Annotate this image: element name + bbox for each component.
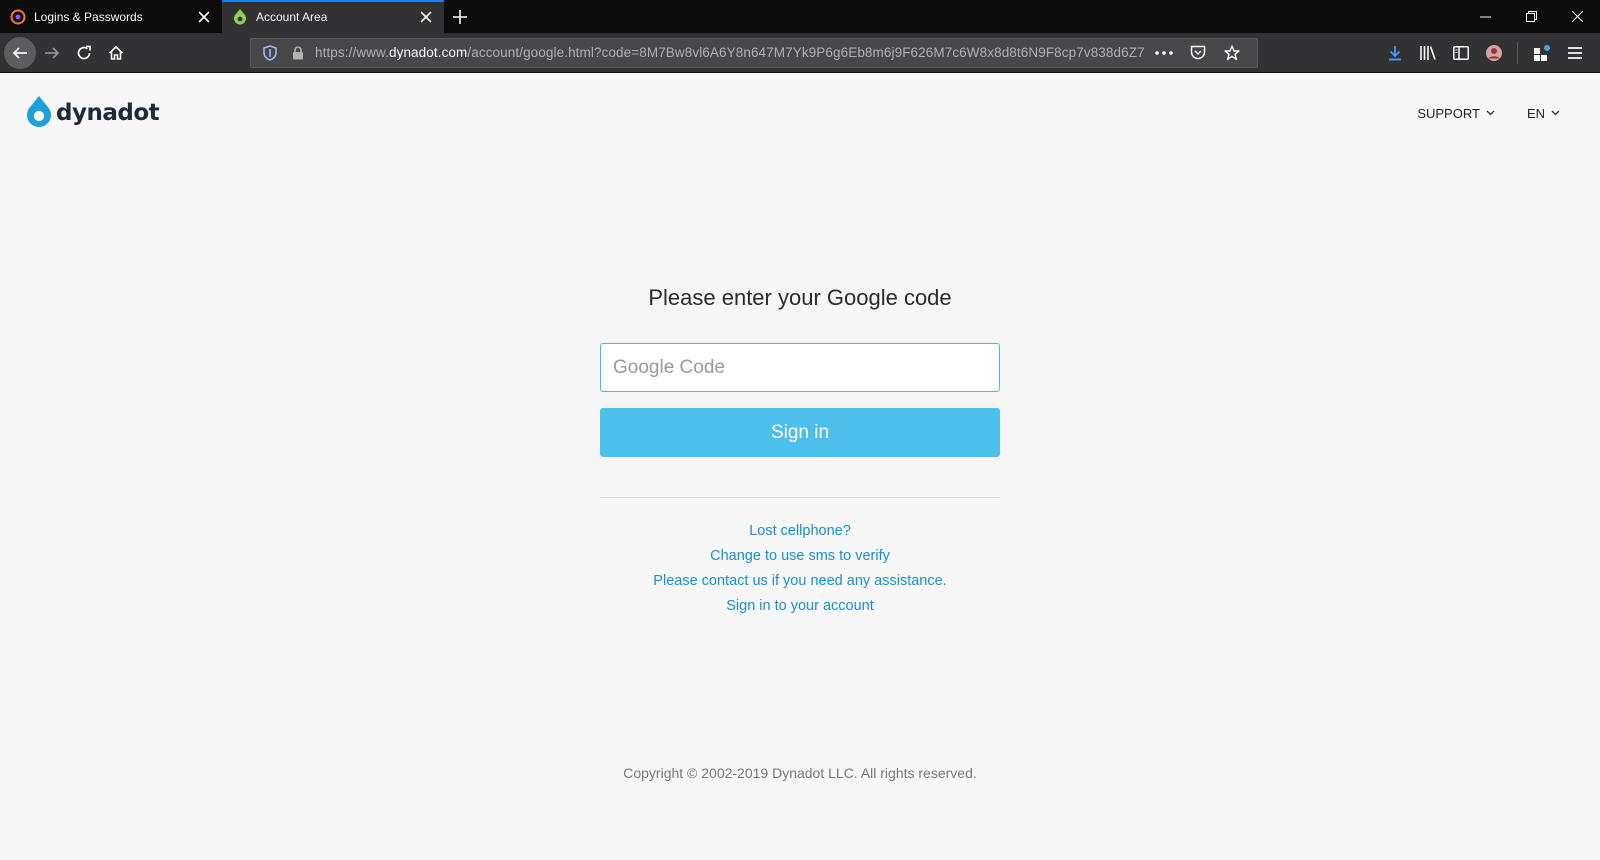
address-bar[interactable]: https://www.dynadot.com/account/google.h…: [250, 37, 1258, 68]
sidebar-button[interactable]: [1445, 37, 1476, 69]
reload-icon: [77, 45, 91, 59]
google-code-input[interactable]: [600, 343, 1000, 392]
site-header: dynadot SUPPORT EN: [26, 95, 1560, 131]
support-menu[interactable]: SUPPORT: [1417, 106, 1495, 121]
url-text[interactable]: https://www.dynadot.com/account/google.h…: [315, 45, 1145, 60]
arrow-left-icon: [12, 46, 27, 59]
extensions-icon: [1533, 44, 1550, 61]
page-actions-icon[interactable]: [1153, 42, 1175, 64]
library-button[interactable]: [1412, 37, 1443, 69]
downloads-button[interactable]: [1379, 37, 1410, 69]
library-icon: [1419, 45, 1436, 60]
google-code-form: Please enter your Google code Sign in Lo…: [600, 285, 1000, 614]
plus-icon: [453, 9, 467, 24]
close-tab-icon[interactable]: [418, 9, 434, 25]
url-path: /account/google.html?code=8M7Bw8vl6A6Y8n…: [467, 45, 1145, 60]
download-icon: [1388, 45, 1401, 60]
dynadot-logo[interactable]: dynadot: [26, 96, 160, 130]
home-icon: [108, 45, 124, 60]
menu-button[interactable]: [1559, 37, 1590, 69]
home-button[interactable]: [100, 37, 132, 69]
forward-button[interactable]: [36, 37, 68, 69]
support-label: SUPPORT: [1417, 105, 1480, 121]
lockwise-icon: [10, 9, 26, 25]
browser-toolbar: https://www.dynadot.com/account/google.h…: [0, 33, 1600, 73]
logo-text: dynadot: [56, 100, 160, 126]
use-sms-link[interactable]: Change to use sms to verify: [600, 548, 1000, 564]
minimize-button[interactable]: [1462, 0, 1508, 33]
tab-title: Logins & Passwords: [34, 9, 143, 24]
toolbar-separator: [1517, 41, 1518, 64]
lock-icon[interactable]: [287, 42, 309, 64]
dynadot-favicon-icon: [232, 8, 248, 25]
contact-us-link[interactable]: Please contact us if you need any assist…: [600, 573, 1000, 589]
lost-cellphone-link[interactable]: Lost cellphone?: [600, 523, 1000, 539]
page-content: dynadot SUPPORT EN Please enter your Goo…: [0, 73, 1600, 860]
reload-button[interactable]: [68, 37, 100, 69]
hamburger-menu-icon: [1567, 46, 1582, 59]
tab-logins-passwords[interactable]: Logins & Passwords: [0, 0, 222, 33]
extensions-button[interactable]: [1526, 37, 1557, 69]
account-avatar-button[interactable]: [1478, 37, 1509, 69]
close-window-button[interactable]: [1554, 0, 1600, 33]
chevron-down-icon: [1486, 110, 1495, 116]
language-label: EN: [1526, 105, 1545, 121]
divider: [600, 497, 1000, 498]
sidebar-icon: [1452, 45, 1469, 60]
arrow-right-icon: [45, 46, 60, 59]
chevron-down-icon: [1551, 110, 1560, 116]
pocket-icon[interactable]: [1187, 42, 1209, 64]
copyright-text: Copyright © 2002-2019 Dynadot LLC. All r…: [623, 765, 977, 781]
sign-in-account-link[interactable]: Sign in to your account: [600, 598, 1000, 614]
page-title: Please enter your Google code: [648, 285, 952, 310]
bookmark-star-icon[interactable]: [1221, 42, 1243, 64]
browser-tab-bar: Logins & Passwords Account Area: [0, 0, 1600, 33]
tracking-shield-icon[interactable]: [259, 42, 281, 64]
sign-in-button[interactable]: Sign in: [600, 408, 1000, 457]
new-tab-button[interactable]: [444, 0, 476, 33]
window-controls: [1462, 0, 1600, 33]
url-prefix: https://www.: [315, 45, 389, 60]
back-button[interactable]: [4, 36, 36, 69]
dynadot-logo-icon: [27, 96, 51, 127]
avatar-icon: [1485, 44, 1502, 61]
close-tab-icon[interactable]: [196, 9, 212, 25]
restore-button[interactable]: [1508, 0, 1554, 33]
tab-account-area[interactable]: Account Area: [222, 0, 444, 33]
url-domain: dynadot.com: [388, 45, 468, 60]
language-menu[interactable]: EN: [1527, 106, 1560, 121]
tab-title: Account Area: [256, 9, 328, 24]
help-links: Lost cellphone? Change to use sms to ver…: [600, 523, 1000, 614]
